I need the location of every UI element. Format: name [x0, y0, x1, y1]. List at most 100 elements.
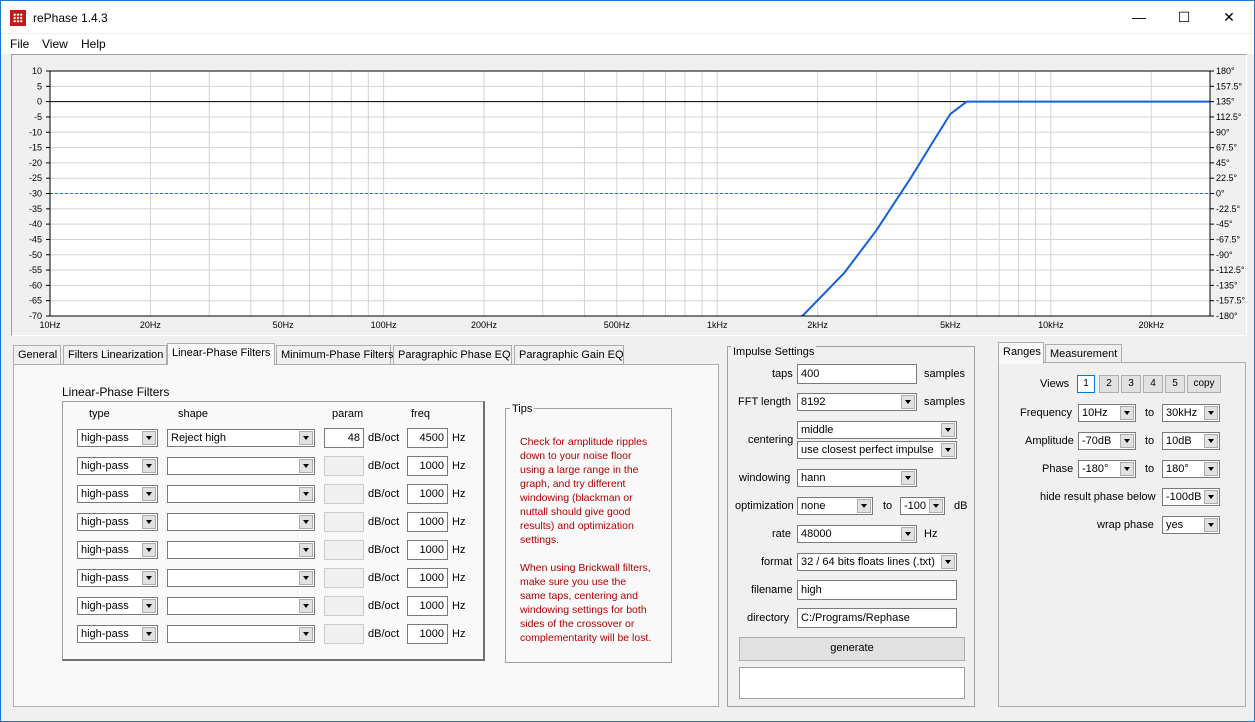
tab-linear-phase-filters[interactable]: Linear-Phase Filters	[167, 343, 275, 365]
windowing-select[interactable]: hann	[797, 469, 917, 487]
tab-paragraphic-gain-eq[interactable]: Paragraphic Gain EQ	[514, 345, 624, 365]
filter-param-input[interactable]	[324, 456, 364, 476]
amplitude-to-select[interactable]: 10dB	[1162, 432, 1220, 450]
filter-param-unit: dB/oct	[368, 460, 400, 472]
fft-length-select[interactable]: 8192	[797, 393, 917, 411]
filter-freq-unit: Hz	[452, 572, 466, 584]
filter-freq-input[interactable]: 4500	[407, 428, 448, 448]
filter-shape-select[interactable]	[167, 457, 315, 475]
filter-type-select[interactable]: high-pass	[77, 513, 158, 531]
filter-shape-select[interactable]	[167, 625, 315, 643]
filter-param-input[interactable]	[324, 512, 364, 532]
view-4-button[interactable]: 4	[1143, 375, 1163, 393]
filter-shape-select[interactable]	[167, 569, 315, 587]
phase-tick-label: -112.5°	[1216, 265, 1245, 275]
chevron-down-icon	[299, 487, 313, 501]
filter-type-select[interactable]: high-pass	[77, 429, 158, 447]
phase-from-value: -180°	[1082, 463, 1109, 475]
view-3-button[interactable]: 3	[1121, 375, 1141, 393]
tab-minimum-phase-filters[interactable]: Minimum-Phase Filters	[276, 345, 393, 365]
filter-freq-input[interactable]: 1000	[407, 596, 448, 616]
filter-type-select[interactable]: high-pass	[77, 541, 158, 559]
frequency-tick-label: 10kHz	[1038, 320, 1064, 330]
filter-type-select[interactable]: high-pass	[77, 457, 158, 475]
wrap-phase-value: yes	[1166, 519, 1184, 531]
filter-shape-select[interactable]	[167, 541, 315, 559]
filter-shape-select[interactable]	[167, 513, 315, 531]
taps-input[interactable]: 400	[797, 364, 917, 384]
tips-line: graph, and try different	[520, 478, 626, 490]
centering-select[interactable]: middle	[797, 421, 957, 439]
optimization-db-select[interactable]: -100	[900, 497, 945, 515]
filter-param-input[interactable]	[324, 540, 364, 560]
tips-line: When using Brickwall filters,	[520, 562, 651, 574]
tab-measurement[interactable]: Measurement	[1045, 344, 1122, 364]
phase-tick-label: -157.5°	[1216, 296, 1246, 306]
tab-filters-linearization[interactable]: Filters Linearization	[63, 345, 167, 365]
view-2-button[interactable]: 2	[1099, 375, 1119, 393]
minimize-button[interactable]: —	[1116, 1, 1162, 33]
frequency-tick-label: 200Hz	[471, 320, 498, 330]
filter-shape-select[interactable]	[167, 485, 315, 503]
chevron-down-icon	[299, 627, 313, 641]
filter-shape-select[interactable]	[167, 597, 315, 615]
filter-param-input[interactable]	[324, 484, 364, 504]
directory-input[interactable]: C:/Programs/Rephase	[797, 608, 957, 628]
filter-freq-input[interactable]: 1000	[407, 540, 448, 560]
format-select[interactable]: 32 / 64 bits floats lines (.txt)	[797, 553, 957, 571]
window-title: rePhase 1.4.3	[33, 11, 108, 25]
app-icon	[10, 10, 26, 26]
tab-ranges[interactable]: Ranges	[998, 342, 1044, 364]
filter-freq-input[interactable]: 1000	[407, 568, 448, 588]
optimization-select[interactable]: none	[797, 497, 873, 515]
wrap-phase-select[interactable]: yes	[1162, 516, 1220, 534]
phase-to-select[interactable]: 180°	[1162, 460, 1220, 478]
frequency-label: Frequency	[1020, 407, 1072, 419]
rate-value: 48000	[801, 528, 832, 540]
filter-param-input[interactable]	[324, 596, 364, 616]
filter-param-input[interactable]	[324, 624, 364, 644]
generate-button[interactable]: generate	[739, 637, 965, 661]
menu-file[interactable]: File	[10, 37, 29, 51]
filter-param-input[interactable]	[324, 568, 364, 588]
maximize-button[interactable]: ☐	[1161, 1, 1207, 33]
filter-type-select[interactable]: high-pass	[77, 569, 158, 587]
filter-shape-select[interactable]: Reject high	[167, 429, 315, 447]
centering-mode-select[interactable]: use closest perfect impulse	[797, 441, 957, 459]
amplitude-from-value: -70dB	[1082, 435, 1112, 447]
frequency-to-label: to	[1145, 407, 1155, 419]
filter-param-input[interactable]: 48	[324, 428, 364, 448]
frequency-from-select[interactable]: 10Hz	[1078, 404, 1136, 422]
amplitude-tick-label: -50	[29, 250, 42, 260]
filename-input[interactable]: high	[797, 580, 957, 600]
amplitude-tick-label: -30	[29, 189, 42, 199]
phase-from-select[interactable]: -180°	[1078, 460, 1136, 478]
view-5-button[interactable]: 5	[1165, 375, 1185, 393]
filter-type-select[interactable]: high-pass	[77, 597, 158, 615]
filter-freq-input[interactable]: 1000	[407, 512, 448, 532]
hide-phase-select[interactable]: -100dB	[1162, 488, 1220, 506]
amplitude-from-select[interactable]: -70dB	[1078, 432, 1136, 450]
menu-help[interactable]: Help	[81, 37, 106, 51]
rate-select[interactable]: 48000	[797, 525, 917, 543]
chevron-down-icon	[1204, 490, 1218, 504]
copy-view-button[interactable]: copy	[1187, 375, 1221, 393]
phase-tick-label: 180°	[1216, 66, 1235, 76]
filter-freq-input[interactable]: 1000	[407, 456, 448, 476]
chevron-down-icon	[299, 459, 313, 473]
tab-general[interactable]: General	[13, 345, 61, 365]
filter-type-select[interactable]: high-pass	[77, 625, 158, 643]
filter-type-select[interactable]: high-pass	[77, 485, 158, 503]
view-1-button[interactable]: 1	[1077, 375, 1095, 393]
filter-freq-input[interactable]: 1000	[407, 624, 448, 644]
tab-paragraphic-phase-eq[interactable]: Paragraphic Phase EQ	[393, 345, 512, 365]
impulse-settings-title: Impulse Settings	[731, 346, 817, 358]
filter-param-unit: dB/oct	[368, 516, 400, 528]
menu-view[interactable]: View	[42, 37, 68, 51]
frequency-to-select[interactable]: 30kHz	[1162, 404, 1220, 422]
filter-freq-input[interactable]: 1000	[407, 484, 448, 504]
chevron-down-icon	[299, 431, 313, 445]
response-graph[interactable]: 10 5 0 -5 -10 -15 -20 -25 -30 -35 -40 -45 -50 -55 -60 -…	[12, 55, 1246, 335]
tips-line: nuttall should give good	[520, 506, 631, 518]
close-button[interactable]: ✕	[1206, 1, 1252, 33]
